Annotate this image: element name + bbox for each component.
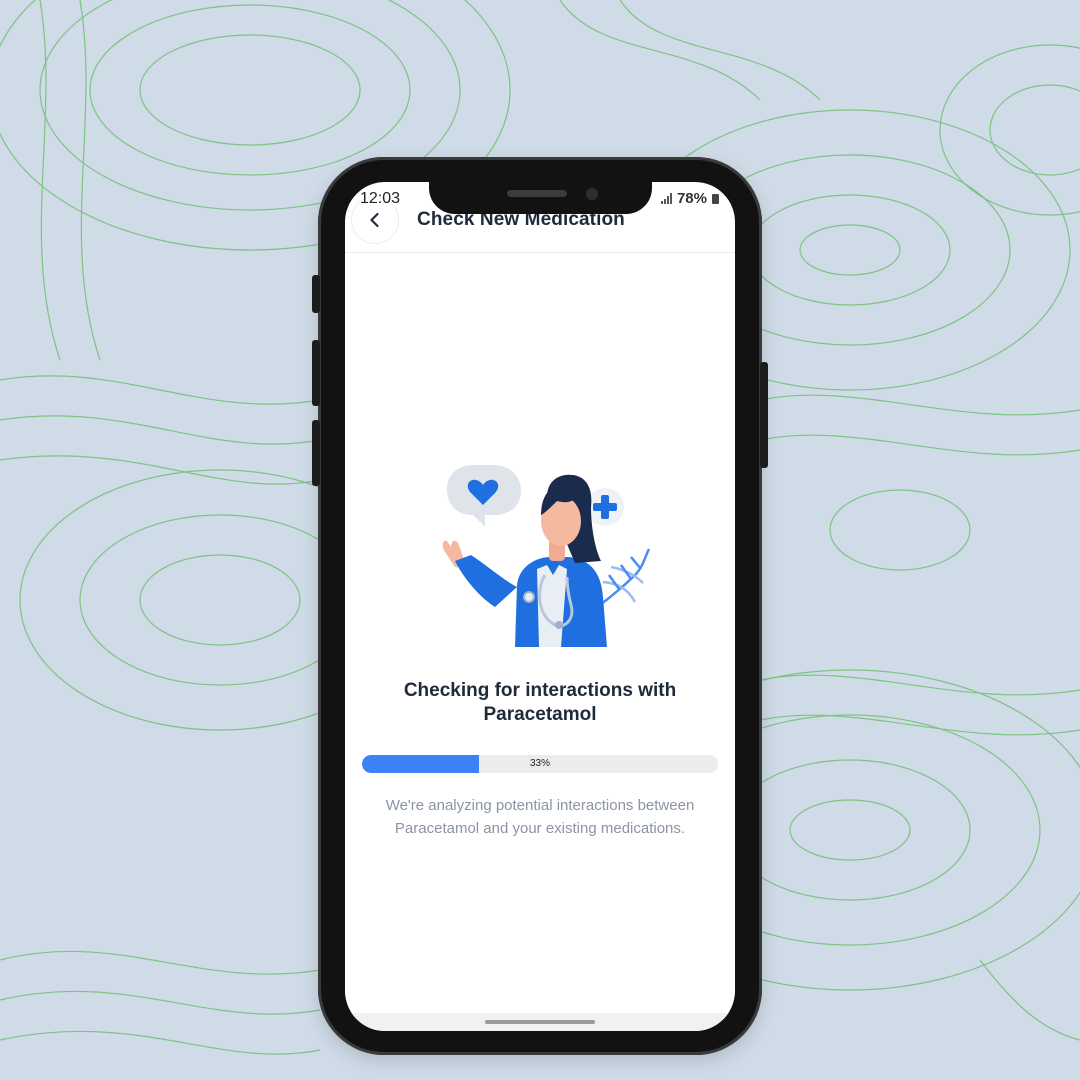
analysis-progress-bar: 33% bbox=[362, 755, 718, 773]
phone-volume-down-button bbox=[312, 420, 320, 486]
home-indicator[interactable] bbox=[485, 1020, 595, 1024]
battery-icon bbox=[712, 193, 719, 204]
doctor-illustration bbox=[442, 465, 651, 647]
chevron-left-icon bbox=[370, 212, 379, 228]
checking-headline: Checking for interactions with Paracetam… bbox=[403, 680, 677, 725]
phone-volume-up-button bbox=[312, 340, 320, 406]
plus-icon bbox=[586, 488, 624, 526]
status-indicators: 78% bbox=[660, 190, 719, 207]
phone-power-button bbox=[760, 362, 768, 468]
phone-speaker bbox=[507, 190, 567, 197]
heart-speech-bubble-icon bbox=[447, 465, 521, 527]
progress-label: 33% bbox=[529, 758, 550, 769]
dna-icon bbox=[599, 548, 651, 606]
front-camera bbox=[586, 188, 598, 200]
signal-icon bbox=[660, 193, 672, 204]
phone-notch bbox=[429, 182, 652, 214]
analysis-description: We're analyzing potential interactions b… bbox=[385, 797, 695, 837]
phone-screen: Check New Medication 12:03 78% Checking … bbox=[345, 182, 735, 1031]
status-time: 12:03 bbox=[360, 190, 401, 207]
battery-percent: 78% bbox=[676, 190, 707, 207]
phone-silent-switch bbox=[312, 275, 320, 313]
